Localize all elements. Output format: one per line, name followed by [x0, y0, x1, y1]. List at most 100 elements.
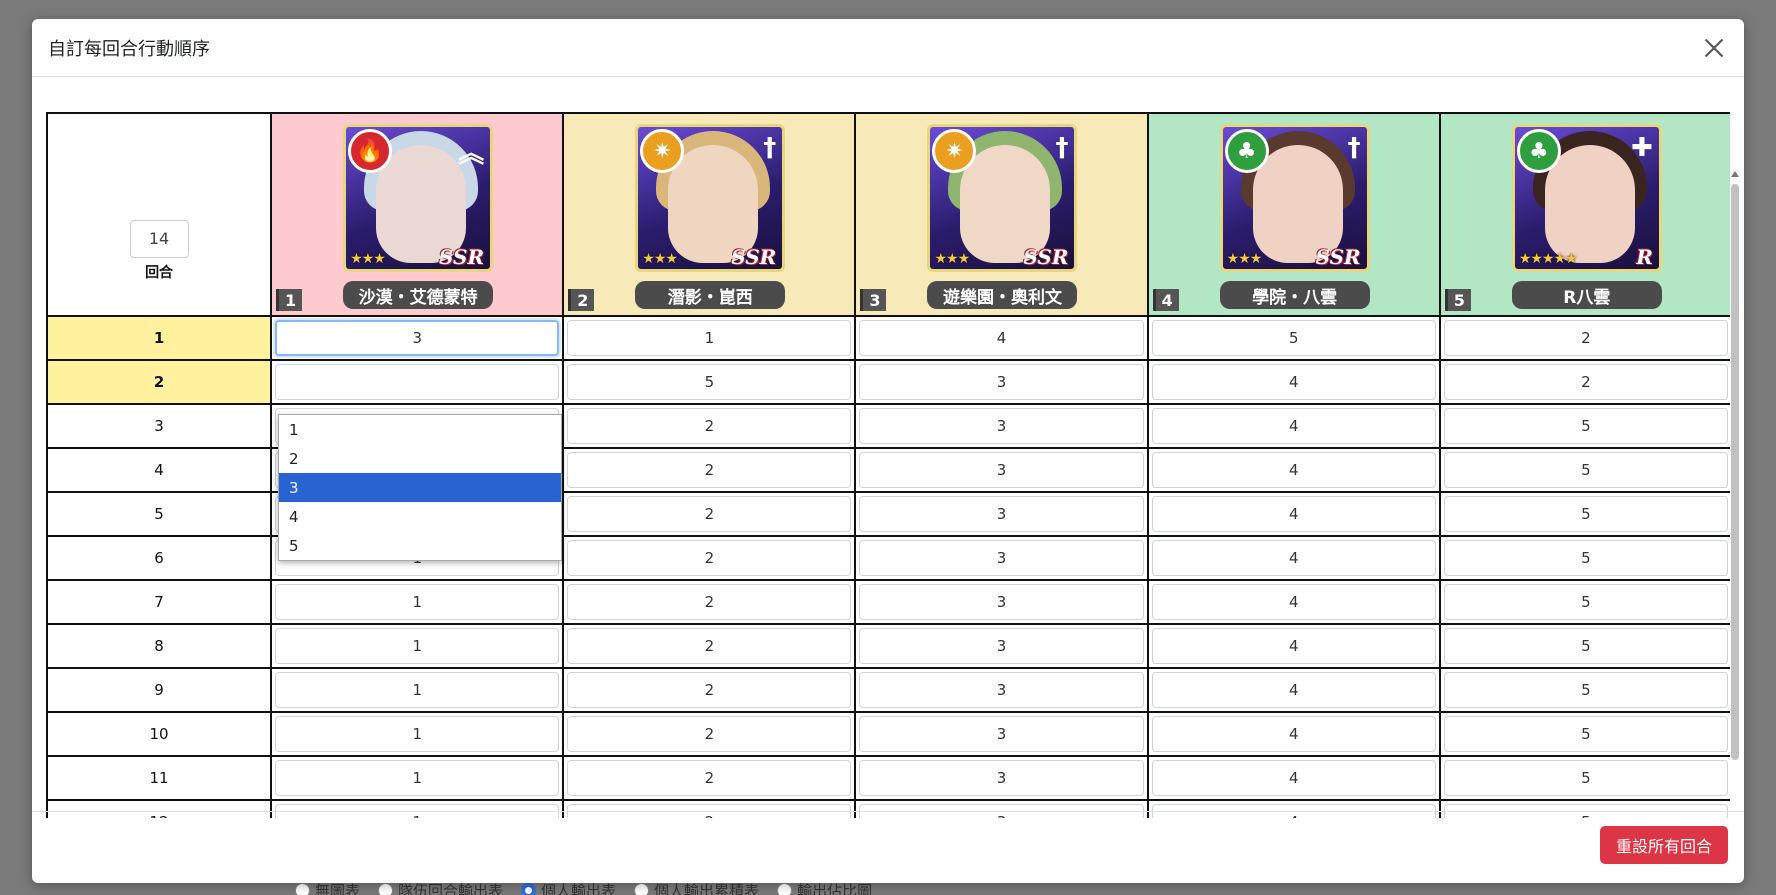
order-select[interactable]: 4 [1151, 672, 1436, 708]
order-select[interactable]: 1 [567, 320, 852, 356]
order-select[interactable]: 4 [859, 320, 1144, 356]
order-select[interactable]: 2 [567, 584, 852, 620]
position-flag-icon: 3 [860, 289, 887, 311]
round-number: 2 [46, 359, 273, 405]
round-number: 4 [46, 447, 273, 493]
radio-icon[interactable] [777, 883, 793, 895]
order-cell: 2 [562, 579, 857, 625]
order-select[interactable]: 2 [567, 540, 852, 576]
order-select[interactable]: 2 [1443, 320, 1728, 356]
order-select[interactable]: 3 [859, 452, 1144, 488]
order-cell: 5 [1438, 623, 1730, 669]
order-select[interactable]: 3 [859, 496, 1144, 532]
order-cell: 2 [562, 491, 857, 537]
rarity-stars: ★★★ [934, 251, 970, 267]
order-select[interactable]: 5 [1443, 496, 1728, 532]
order-select[interactable]: 5 [1443, 628, 1728, 664]
order-select[interactable]: 4 [1151, 760, 1436, 796]
order-cell: 3 [854, 447, 1149, 493]
order-select[interactable]: 4 [1151, 452, 1436, 488]
order-cell: 4 [1146, 491, 1441, 537]
order-cell: 5 [1438, 403, 1730, 449]
round-number: 8 [46, 623, 273, 669]
order-cell: 2 [562, 447, 857, 493]
vertical-scrollbar[interactable] [1730, 171, 1740, 818]
order-select[interactable] [275, 364, 560, 400]
order-select[interactable]: 2 [1443, 364, 1728, 400]
order-select[interactable]: 2 [567, 496, 852, 532]
order-cell [270, 359, 565, 405]
reset-all-rounds-button[interactable]: 重設所有回合 [1600, 826, 1728, 864]
dropdown-option[interactable]: 5 [279, 531, 561, 560]
round-count-cell: 14 回合 [46, 112, 273, 317]
order-select[interactable]: 4 [1151, 496, 1436, 532]
order-select[interactable]: 3 [859, 584, 1144, 620]
order-cell: 4 [1146, 755, 1441, 801]
order-select[interactable]: 4 [1151, 364, 1436, 400]
position-flag-icon: 2 [568, 289, 595, 311]
table-row: 812345 [46, 623, 1730, 669]
order-table-scroll-area[interactable]: 14 回合 🔥 ︽ ★★★ SSR 1 沙漠・艾德蒙特 ✷ † ★★★ SSR … [46, 112, 1730, 818]
order-select[interactable]: 4 [1151, 628, 1436, 664]
order-select[interactable]: 5 [1443, 760, 1728, 796]
order-select[interactable]: 1 [275, 584, 560, 620]
order-select[interactable]: 1 [275, 628, 560, 664]
order-select[interactable]: 2 [567, 628, 852, 664]
order-select[interactable]: 4 [1151, 408, 1436, 444]
order-select[interactable]: 1 [275, 760, 560, 796]
order-select[interactable]: 5 [567, 364, 852, 400]
close-icon[interactable] [1700, 34, 1728, 62]
order-select[interactable]: 5 [1443, 716, 1728, 752]
order-select[interactable]: 5 [1443, 672, 1728, 708]
order-select[interactable]: 5 [1443, 452, 1728, 488]
radio-icon[interactable] [295, 883, 310, 895]
order-cell: 1 [270, 579, 565, 625]
round-count-input[interactable]: 14 [129, 219, 189, 258]
radio-icon[interactable] [634, 883, 650, 895]
position-flag-icon: 4 [1152, 289, 1179, 311]
order-select[interactable]: 1 [275, 672, 560, 708]
table-row: 25342 [46, 359, 1730, 405]
clover-icon: ♣ [1224, 129, 1269, 173]
order-cell: 2 [1438, 315, 1730, 361]
character-portrait: ♣ ✚ ★★★★★ R [1511, 124, 1662, 272]
order-select[interactable]: 2 [567, 760, 852, 796]
order-select[interactable]: 3 [275, 320, 560, 356]
order-select[interactable]: 5 [1443, 540, 1728, 576]
order-select[interactable]: 2 [567, 452, 852, 488]
table-row: 131452 [46, 315, 1730, 361]
order-select[interactable]: 5 [1443, 584, 1728, 620]
order-select[interactable]: 2 [567, 408, 852, 444]
order-cell: 4 [854, 315, 1149, 361]
order-select[interactable]: 3 [859, 628, 1144, 664]
dropdown-option[interactable]: 3 [279, 473, 561, 502]
order-select[interactable]: 3 [859, 540, 1144, 576]
order-select[interactable]: 3 [859, 760, 1144, 796]
character-portrait: 🔥 ︽ ★★★ SSR [343, 124, 494, 272]
order-cell: 5 [1438, 579, 1730, 625]
order-select[interactable]: 5 [1443, 408, 1728, 444]
order-select[interactable]: 3 [859, 364, 1144, 400]
order-cell: 2 [562, 667, 857, 713]
dropdown-option[interactable]: 2 [279, 444, 561, 473]
order-select[interactable]: 3 [859, 408, 1144, 444]
order-select[interactable]: 2 [567, 672, 852, 708]
table-row: 912345 [46, 667, 1730, 713]
order-select[interactable]: 3 [859, 672, 1144, 708]
radio-icon[interactable] [521, 883, 537, 895]
character-name: 學院・八雲 [1219, 281, 1370, 309]
order-select[interactable]: 2 [567, 716, 852, 752]
order-cell: 5 [1438, 491, 1730, 537]
order-select[interactable]: 4 [1151, 540, 1436, 576]
order-select[interactable]: 3 [859, 716, 1144, 752]
order-select[interactable]: 5 [1151, 320, 1436, 356]
order-select[interactable]: 4 [1151, 716, 1436, 752]
order-select[interactable]: 1 [275, 716, 560, 752]
dropdown-option[interactable]: 1 [279, 415, 561, 444]
scrollbar-thumb[interactable] [1731, 184, 1739, 760]
order-select[interactable]: 4 [1151, 584, 1436, 620]
character-header-5: ♣ ✚ ★★★★★ R 5 R八雲 [1438, 112, 1730, 317]
radio-icon[interactable] [378, 883, 394, 895]
scroll-up-arrow-icon[interactable] [1731, 171, 1739, 177]
dropdown-option[interactable]: 4 [279, 502, 561, 531]
